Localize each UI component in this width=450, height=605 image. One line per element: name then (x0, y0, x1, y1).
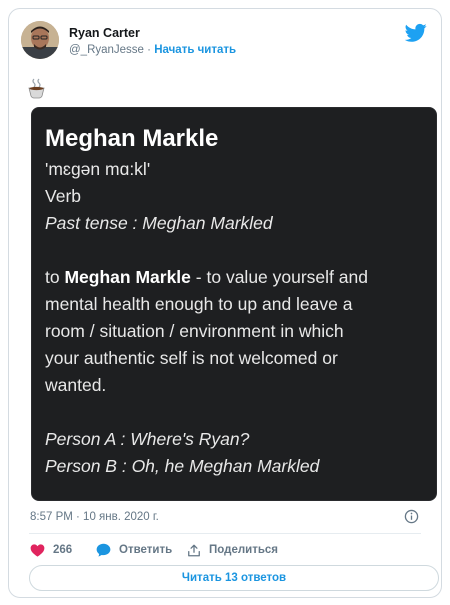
read-replies-button[interactable]: Читать 13 ответов (29, 565, 439, 591)
coffee-cup-emoji-icon (28, 78, 45, 99)
follow-button[interactable]: Начать читать (154, 44, 236, 56)
tweet-image[interactable]: Meghan Markle 'mɛɡən mɑ:kl' Verb Past te… (31, 107, 437, 501)
image-example-a: Person A : Where's Ryan? (45, 429, 250, 449)
heart-icon (30, 544, 45, 557)
tweet-timestamp[interactable]: 8:57 PM · 10 янв. 2020 г. (30, 511, 159, 523)
image-part-of-speech: Verb (45, 186, 81, 206)
image-example-b: Person B : Oh, he Meghan Markled (45, 456, 320, 476)
share-button[interactable]: Поделиться (187, 541, 278, 559)
like-count: 266 (53, 544, 73, 556)
twitter-bird-icon[interactable] (405, 23, 427, 43)
image-definition: to Meghan Markle - to value yourself and… (45, 264, 422, 399)
tweet-header: Ryan Carter @_RyanJesse · Начать читать (21, 21, 429, 69)
def-line5: wanted. (45, 375, 107, 395)
divider (29, 533, 421, 534)
reply-label: Ответить (119, 544, 173, 556)
like-button[interactable]: 266 (30, 541, 72, 559)
avatar-photo (21, 21, 59, 59)
def-term: Meghan Markle (64, 267, 191, 287)
def-prefix: to (45, 267, 60, 287)
image-spacer (45, 399, 422, 426)
def-line1-rest: - to value yourself and (195, 267, 368, 287)
def-line3: room / situation / environment in which (45, 321, 344, 341)
image-past-tense: Past tense : Meghan Markled (45, 213, 273, 233)
image-spacer (45, 237, 422, 264)
image-pronunciation: 'mɛɡən mɑ:kl' (45, 159, 151, 179)
info-icon[interactable] (404, 509, 419, 524)
reply-bubble-icon (96, 543, 111, 557)
author-name[interactable]: Ryan Carter (69, 26, 140, 40)
share-icon (188, 544, 200, 556)
separator-dot: · (147, 44, 152, 56)
tweet-card: Ryan Carter @_RyanJesse · Начать читать … (8, 8, 442, 598)
share-label: Поделиться (209, 544, 279, 556)
def-line4: your authentic self is not welcomed or (45, 348, 338, 368)
image-word: Meghan Markle (45, 125, 219, 152)
author-handle-row: @_RyanJesse · Начать читать (69, 44, 236, 56)
avatar[interactable] (21, 21, 59, 59)
def-line2: mental health enough to up and leave a (45, 294, 353, 314)
author-handle[interactable]: @_RyanJesse (69, 44, 144, 56)
reply-button[interactable]: Ответить (96, 541, 172, 559)
